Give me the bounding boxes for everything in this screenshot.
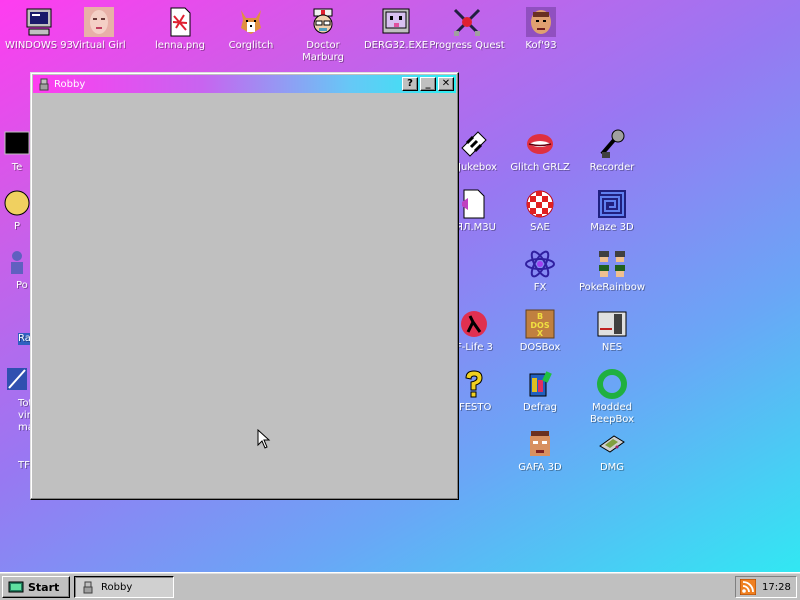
desktop-icon-label: PokeRainbow — [579, 282, 645, 293]
beepbox-ring-icon — [597, 369, 627, 399]
desktop-icon-label: ЯЛ.M3U — [456, 222, 496, 233]
desktop-icon-label: IFESTO — [456, 402, 492, 413]
nes-console-icon — [597, 311, 627, 337]
desktop-icon-fx[interactable]: FX — [501, 248, 579, 294]
microphone-icon — [600, 129, 625, 158]
amiga-ball-icon — [526, 190, 554, 218]
piano-keys-icon — [461, 131, 487, 157]
desktop-icon-label: FX — [533, 282, 547, 293]
rss-icon[interactable] — [740, 579, 756, 595]
desktop-icon-progress-quest[interactable]: Progress Quest — [428, 6, 506, 52]
desktop-icon-corglitch[interactable]: Corglitch — [212, 6, 290, 52]
help-button[interactable]: ? — [402, 77, 418, 91]
maze-icon — [598, 190, 626, 218]
desktop-icon-label: Kof'93 — [525, 40, 557, 51]
desktop-icon-label: lenna.png — [155, 40, 205, 51]
desktop-icon-label: NES — [601, 342, 623, 353]
exe-face-icon — [382, 8, 410, 34]
desktop-icon-defrag[interactable]: Defrag — [501, 368, 579, 414]
clock: 17:28 — [762, 581, 791, 593]
fighter-icon — [526, 7, 556, 37]
computer-icon — [26, 8, 52, 36]
mouse-cursor-icon — [257, 429, 271, 449]
desktop-icon-gafa-3d[interactable]: GAFA 3D — [501, 428, 579, 474]
desktop-icon-label: Recorder — [589, 162, 635, 173]
window-title: Robby — [54, 78, 86, 90]
defrag-icon — [529, 371, 552, 397]
pokemon-trainers-icon — [599, 251, 625, 277]
svg-text:B: B — [537, 312, 543, 321]
gafa-face-icon — [530, 431, 550, 456]
desktop-icon-label: Jukebox — [458, 162, 497, 173]
start-button[interactable]: Start — [2, 576, 70, 598]
desktop-icon-label: F-Life 3 — [456, 342, 493, 353]
atom-icon — [525, 250, 555, 278]
dosbox-icon: B DOS X — [525, 309, 555, 339]
desktop-icon-dosbox[interactable]: B DOS X DOSBox — [501, 308, 579, 354]
music-file-icon — [462, 189, 485, 219]
window-titlebar[interactable]: Robby ? _ ✕ — [33, 75, 456, 93]
robot-icon — [83, 581, 93, 594]
taskbar-item-label: Robby — [101, 581, 133, 593]
desktop-icon-dmg[interactable]: DMG — [573, 428, 651, 474]
desktop-icon-label: DERG32.EXE — [363, 40, 429, 51]
virtual-girl-icon — [84, 7, 114, 37]
lambda-icon — [461, 311, 487, 337]
lips-icon — [527, 134, 553, 154]
people-icon — [11, 251, 23, 274]
terminal-icon — [4, 131, 30, 155]
virus-icon — [7, 368, 27, 390]
taskbar-item-robby[interactable]: Robby — [74, 576, 174, 598]
desktop-icon-label: DOSBox — [519, 342, 561, 353]
taskbar: Start Robby 17:28 — [0, 572, 800, 600]
image-file-icon — [170, 7, 191, 37]
desktop-icon-label: Progress Quest — [429, 40, 505, 51]
minimize-button[interactable]: _ — [420, 77, 436, 91]
start-logo-icon — [8, 581, 24, 593]
desktop-icon-label: Glitch GRLZ — [510, 162, 570, 173]
desktop-icon-pokerainbow[interactable]: PokeRainbow — [573, 248, 651, 294]
desktop-icon-virtual-girl[interactable]: Virtual Girl — [60, 6, 138, 52]
desktop-icon-derg32[interactable]: DERG32.EXE — [357, 6, 435, 52]
close-button[interactable]: ✕ — [438, 77, 454, 91]
doctor-icon — [313, 8, 333, 34]
desktop-icon-label: SAE — [530, 222, 550, 233]
gameboy-icon — [599, 435, 625, 453]
desktop-icon-recorder[interactable]: Recorder — [573, 128, 651, 174]
desktop-icon-doctor-marburg[interactable]: Doctor Marburg — [284, 6, 362, 64]
system-tray: 17:28 — [735, 576, 797, 598]
desktop-icon-maze-3d[interactable]: Maze 3D — [573, 188, 651, 234]
emoji-icon — [4, 190, 30, 216]
start-label: Start — [28, 580, 60, 594]
robby-window[interactable]: Robby ? _ ✕ — [30, 72, 459, 500]
crossed-swords-icon — [453, 8, 481, 36]
window-content[interactable] — [33, 94, 456, 497]
desktop-icon-label: Defrag — [523, 402, 557, 413]
corgi-icon — [241, 10, 261, 34]
desktop-icon-modded-beepbox[interactable]: Modded BeepBox — [573, 368, 651, 426]
desktop-icon-nes[interactable]: NES — [573, 308, 651, 354]
desktop-icon-label: Virtual Girl — [72, 40, 126, 51]
desktop-icon-label: Modded BeepBox — [589, 402, 635, 425]
desktop-icon-label: Doctor Marburg — [302, 40, 344, 63]
desktop-icon-label: Maze 3D — [590, 222, 634, 233]
desktop-icon-sae[interactable]: SAE — [501, 188, 579, 234]
question-mark-icon — [465, 370, 483, 398]
desktop-icon-glitch-grlz[interactable]: Glitch GRLZ — [501, 128, 579, 174]
desktop-icon-lenna[interactable]: lenna.png — [141, 6, 219, 52]
desktop-icon-label: GAFA 3D — [518, 462, 562, 473]
robot-icon — [39, 78, 49, 91]
desktop-icon-label: DMG — [599, 462, 625, 473]
desktop-icon-label: Corglitch — [228, 40, 274, 51]
desktop-icon-kof93[interactable]: Kof'93 — [502, 6, 580, 52]
svg-text:X: X — [537, 329, 544, 338]
